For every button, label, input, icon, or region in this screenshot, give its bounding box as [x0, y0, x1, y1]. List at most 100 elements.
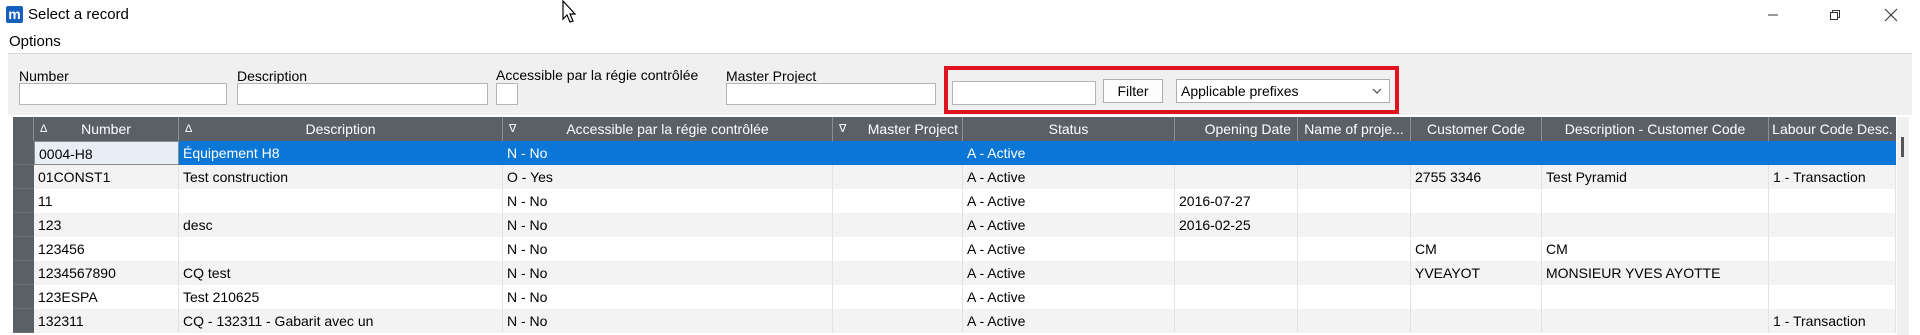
- table-row[interactable]: 01CONST1 Test construction O - Yes A - Acti…: [13, 165, 1896, 189]
- cell-master-project[interactable]: [833, 237, 963, 261]
- cell-customer-code[interactable]: [1411, 309, 1542, 333]
- cell-customer-description[interactable]: [1542, 141, 1769, 165]
- column-header-labour-code[interactable]: Labour Code Desc.: [1769, 117, 1896, 141]
- vertical-scrollbar[interactable]: [1897, 117, 1909, 335]
- cell-customer-code[interactable]: CM: [1411, 237, 1542, 261]
- column-header-customer-code[interactable]: Customer Code: [1411, 117, 1542, 141]
- cell-customer-code[interactable]: [1411, 141, 1542, 165]
- cell-description[interactable]: [179, 189, 503, 213]
- cell-accessible[interactable]: O - Yes: [503, 165, 833, 189]
- cell-project-name[interactable]: [1298, 189, 1411, 213]
- cell-description[interactable]: Test construction: [179, 165, 503, 189]
- table-row[interactable]: 123ESPA Test 210625 N - No A - Active: [13, 285, 1896, 309]
- scrollbar-thumb[interactable]: [1901, 137, 1904, 157]
- cell-labour-code[interactable]: 1 - Transaction: [1769, 309, 1896, 333]
- cell-master-project[interactable]: [833, 141, 963, 165]
- column-header-opening-date[interactable]: Opening Date: [1175, 117, 1298, 141]
- number-filter-input[interactable]: [19, 83, 227, 105]
- cell-customer-description[interactable]: [1542, 189, 1769, 213]
- row-header[interactable]: [13, 165, 34, 189]
- cell-customer-description[interactable]: [1542, 213, 1769, 237]
- cell-project-name[interactable]: [1298, 261, 1411, 285]
- cell-opening-date[interactable]: [1175, 285, 1298, 309]
- cell-labour-code[interactable]: 1 - Transaction: [1769, 165, 1896, 189]
- cell-number[interactable]: 123456: [34, 237, 179, 261]
- table-row[interactable]: 0004-H8 Équipement H8 N - No A - Active: [13, 141, 1896, 165]
- minimize-button[interactable]: [1750, 0, 1796, 30]
- cell-accessible[interactable]: N - No: [503, 285, 833, 309]
- cell-labour-code[interactable]: [1769, 285, 1896, 309]
- table-row[interactable]: 132311 CQ - 132311 - Gabarit avec un N - N…: [13, 309, 1896, 333]
- description-filter-input[interactable]: [237, 83, 488, 105]
- cell-description[interactable]: Test 210625: [179, 285, 503, 309]
- cell-labour-code[interactable]: [1769, 261, 1896, 285]
- row-header[interactable]: [13, 189, 34, 213]
- cell-master-project[interactable]: [833, 309, 963, 333]
- cell-master-project[interactable]: [833, 189, 963, 213]
- row-header[interactable]: [13, 261, 34, 285]
- cell-project-name[interactable]: [1298, 309, 1411, 333]
- table-row[interactable]: 1234567890 CQ test N - No A - Active YVEAYOT…: [13, 261, 1896, 285]
- close-button[interactable]: [1868, 0, 1914, 30]
- cell-number[interactable]: 132311: [34, 309, 179, 333]
- cell-accessible[interactable]: N - No: [503, 213, 833, 237]
- cell-description[interactable]: CQ test: [179, 261, 503, 285]
- cell-description[interactable]: [179, 237, 503, 261]
- cell-accessible[interactable]: N - No: [503, 189, 833, 213]
- cell-customer-code[interactable]: [1411, 213, 1542, 237]
- cell-project-name[interactable]: [1298, 237, 1411, 261]
- cell-status[interactable]: A - Active: [963, 189, 1175, 213]
- cell-customer-description[interactable]: Test Pyramid: [1542, 165, 1769, 189]
- cell-status[interactable]: A - Active: [963, 141, 1175, 165]
- row-header[interactable]: [13, 285, 34, 309]
- table-row[interactable]: 123456 N - No A - Active CM CM: [13, 237, 1896, 261]
- accessible-filter-input[interactable]: [496, 83, 518, 105]
- cell-opening-date[interactable]: [1175, 165, 1298, 189]
- cell-status[interactable]: A - Active: [963, 165, 1175, 189]
- column-header-accessible[interactable]: ∇ Accessible par la régie contrôlée: [503, 117, 833, 141]
- cell-status[interactable]: A - Active: [963, 213, 1175, 237]
- cell-description[interactable]: desc: [179, 213, 503, 237]
- cell-number[interactable]: 123: [34, 213, 179, 237]
- restore-button[interactable]: [1812, 0, 1858, 30]
- cell-status[interactable]: A - Active: [963, 237, 1175, 261]
- column-header-master-project[interactable]: ∇ Master Project: [833, 117, 963, 141]
- row-header[interactable]: [13, 309, 34, 333]
- cell-opening-date[interactable]: 2016-07-27: [1175, 189, 1298, 213]
- cell-customer-code[interactable]: [1411, 189, 1542, 213]
- row-header[interactable]: [13, 141, 34, 165]
- column-header-description[interactable]: Δ Description: [179, 117, 503, 141]
- cell-labour-code[interactable]: [1769, 141, 1896, 165]
- cell-labour-code[interactable]: [1769, 237, 1896, 261]
- cell-opening-date[interactable]: [1175, 141, 1298, 165]
- column-header-project-name[interactable]: Name of proje...: [1298, 117, 1411, 141]
- cell-number[interactable]: 1234567890: [34, 261, 179, 285]
- cell-status[interactable]: A - Active: [963, 261, 1175, 285]
- cell-number[interactable]: 11: [34, 189, 179, 213]
- cell-customer-code[interactable]: 2755 3346: [1411, 165, 1542, 189]
- master-project-filter-input[interactable]: [726, 83, 936, 105]
- cell-number[interactable]: 123ESPA: [34, 285, 179, 309]
- cell-description[interactable]: CQ - 132311 - Gabarit avec un: [179, 309, 503, 333]
- column-header-customer-description[interactable]: Description - Customer Code: [1542, 117, 1769, 141]
- cell-opening-date[interactable]: [1175, 237, 1298, 261]
- cell-project-name[interactable]: [1298, 213, 1411, 237]
- cell-opening-date[interactable]: [1175, 261, 1298, 285]
- cell-accessible[interactable]: N - No: [503, 261, 833, 285]
- cell-customer-code[interactable]: YVEAYOT: [1411, 261, 1542, 285]
- cell-accessible[interactable]: N - No: [503, 309, 833, 333]
- cell-accessible[interactable]: N - No: [503, 141, 833, 165]
- column-header-number[interactable]: Δ Number: [34, 117, 179, 141]
- cell-number[interactable]: 01CONST1: [34, 165, 179, 189]
- cell-project-name[interactable]: [1298, 285, 1411, 309]
- cell-master-project[interactable]: [833, 165, 963, 189]
- cell-labour-code[interactable]: [1769, 213, 1896, 237]
- cell-accessible[interactable]: N - No: [503, 237, 833, 261]
- cell-labour-code[interactable]: [1769, 189, 1896, 213]
- column-header-status[interactable]: Status: [963, 117, 1175, 141]
- cell-status[interactable]: A - Active: [963, 285, 1175, 309]
- cell-customer-description[interactable]: MONSIEUR YVES AYOTTE: [1542, 261, 1769, 285]
- cell-master-project[interactable]: [833, 213, 963, 237]
- cell-opening-date[interactable]: 2016-02-25: [1175, 213, 1298, 237]
- row-header[interactable]: [13, 237, 34, 261]
